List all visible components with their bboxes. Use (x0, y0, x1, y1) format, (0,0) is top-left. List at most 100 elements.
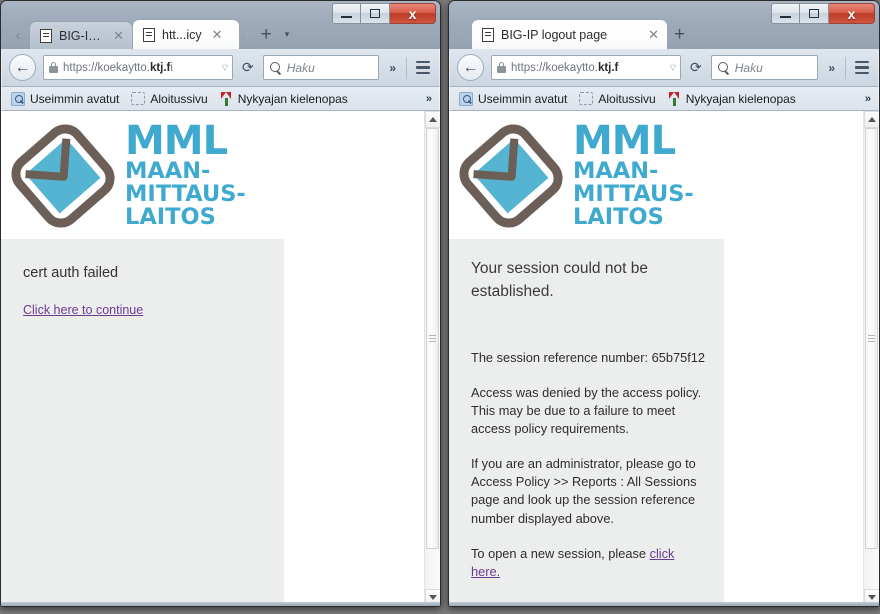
continue-link-wrapper: Click here to continue (23, 303, 266, 317)
bookmark-nykyajan-kielenopas[interactable]: Nykyajan kielenopas (664, 91, 800, 107)
y-bookmark-icon (668, 91, 681, 106)
window-bottom-edge (1, 602, 440, 606)
chevron-down-icon[interactable]: ▽ (222, 63, 228, 72)
chevron-down-icon[interactable]: ▽ (670, 63, 676, 72)
title-bar-right: x BIG-IP logout page ✕ + (449, 1, 879, 49)
mml-logo-band: MML MAAN- MITTAUS- LAITOS (1, 111, 284, 239)
tab-strip-right[interactable]: BIG-IP logout page ✕ + (449, 19, 879, 49)
scroll-up-button[interactable] (425, 111, 440, 128)
tab-http-policy[interactable]: htt...icy ✕ (132, 19, 240, 49)
toolbar-overflow-icon[interactable]: » (825, 61, 838, 75)
mml-logo: MML MAAN- MITTAUS- LAITOS (459, 117, 724, 235)
scrollbar-grip-icon (868, 333, 875, 344)
caret-down-icon (868, 595, 876, 600)
bookmark-label: Nykyajan kielenopas (685, 91, 796, 106)
bookmark-useimmin-avatut[interactable]: Useimmin avatut (455, 91, 571, 107)
reload-icon[interactable]: ⟳ (688, 60, 704, 76)
tab-big-ip-logout[interactable]: BIG-IP logout page ✕ (471, 19, 668, 49)
back-button[interactable]: ← (457, 54, 484, 81)
page-favicon-icon (143, 27, 155, 42)
scrollbar-track[interactable] (864, 128, 879, 589)
menu-button[interactable] (414, 58, 432, 78)
mml-logo-line4: LAITOS (573, 204, 664, 231)
dashed-box-icon (131, 92, 146, 105)
page-content-panel: MML MAAN- MITTAUS- LAITOS cert auth fail… (1, 111, 284, 606)
mml-logo-line2: MAAN- (125, 158, 211, 185)
tab-label: BIG-IP logout page (501, 27, 608, 42)
toolbar-divider (845, 56, 846, 79)
scrollbar-grip-icon (429, 333, 436, 344)
address-bar[interactable]: https://koekaytto.ktj.f ▽ (491, 55, 681, 80)
mml-envelope-logo-icon (459, 124, 563, 228)
bookmarks-bar-right[interactable]: Useimmin avatut Aloitussivu Nykyajan kie… (449, 87, 879, 111)
bookmark-nykyajan-kielenopas[interactable]: Nykyajan kielenopas (216, 91, 352, 107)
page-viewport-right: MML MAAN- MITTAUS- LAITOS Your session c… (449, 111, 879, 606)
history-icon (459, 91, 473, 106)
caret-down-icon (429, 595, 437, 600)
mml-logo-line3: MITTAUS- (125, 181, 246, 208)
padlock-icon (497, 62, 506, 73)
bookmark-aloitussivu[interactable]: Aloitussivu (127, 91, 211, 107)
scrollbar-track[interactable] (425, 128, 440, 589)
list-all-tabs-icon[interactable]: ▾ (278, 29, 297, 40)
bookmark-label: Useimmin avatut (30, 91, 120, 106)
url-text: https://koekaytto.ktj.f (511, 61, 619, 74)
page-content-panel: MML MAAN- MITTAUS- LAITOS Your session c… (449, 111, 724, 606)
reload-icon[interactable]: ⟳ (240, 60, 256, 76)
bookmarks-overflow-icon[interactable]: » (865, 93, 873, 105)
mml-logo-line1: MML (573, 117, 676, 164)
search-placeholder: Haku (734, 60, 763, 75)
tab-label: htt...icy (162, 27, 202, 42)
toolbar-divider (406, 56, 407, 79)
new-tab-button[interactable]: + (255, 25, 278, 44)
access-denied-paragraph: Access was denied by the access policy. … (471, 384, 702, 436)
browser-window-left[interactable]: x ‹ BIG-IP... ✕ htt...icy ✕ › + ▾ ← http… (0, 0, 441, 607)
new-tab-button[interactable]: + (668, 25, 691, 44)
tab-close-icon[interactable]: ✕ (113, 28, 124, 44)
desktop-background: x ‹ BIG-IP... ✕ htt...icy ✕ › + ▾ ← http… (0, 0, 880, 614)
caret-up-icon (429, 117, 437, 122)
scroll-up-button[interactable] (864, 111, 879, 128)
bookmark-label: Nykyajan kielenopas (237, 91, 348, 106)
tab-strip-left[interactable]: ‹ BIG-IP... ✕ htt...icy ✕ › + ▾ (1, 19, 440, 49)
scrollbar-thumb[interactable] (865, 128, 878, 549)
click-here-to-continue-link[interactable]: Click here to continue (23, 303, 143, 317)
dashed-box-icon (579, 92, 594, 105)
search-input[interactable]: Haku (710, 55, 819, 80)
vertical-scrollbar-right[interactable] (863, 111, 879, 606)
vertical-scrollbar-left[interactable] (424, 111, 440, 606)
search-input[interactable]: Haku (262, 55, 380, 80)
browser-window-right[interactable]: x BIG-IP logout page ✕ + ← https://koeka… (448, 0, 880, 607)
search-icon (269, 62, 281, 73)
tabs-scroll-left-icon[interactable]: ‹ (7, 21, 29, 49)
session-reference-number: The session reference number: 65b75f12 (471, 349, 706, 365)
caret-up-icon (868, 117, 876, 122)
bookmarks-bar-left[interactable]: Useimmin avatut Aloitussivu Nykyajan kie… (1, 87, 440, 111)
bookmarks-overflow-icon[interactable]: » (426, 93, 434, 105)
web-page-right: MML MAAN- MITTAUS- LAITOS Your session c… (449, 111, 863, 606)
tab-close-icon[interactable]: ✕ (212, 27, 223, 43)
tab-close-icon[interactable]: ✕ (648, 27, 659, 43)
back-arrow-icon: ← (462, 58, 479, 76)
toolbar-overflow-icon[interactable]: » (386, 61, 399, 75)
navigation-toolbar-left[interactable]: ← https://koekaytto.ktj.fi ▽ ⟳ Haku » (1, 49, 440, 87)
navigation-toolbar-right[interactable]: ← https://koekaytto.ktj.f ▽ ⟳ Haku » (449, 49, 879, 87)
session-heading: Your session could not be established. (471, 260, 648, 301)
mml-logo-band: MML MAAN- MITTAUS- LAITOS (449, 111, 724, 239)
bookmark-useimmin-avatut[interactable]: Useimmin avatut (7, 91, 123, 107)
bookmark-aloitussivu[interactable]: Aloitussivu (575, 91, 659, 107)
tab-label: BIG-IP... (59, 28, 104, 43)
menu-button[interactable] (853, 58, 871, 78)
tab-big-ip[interactable]: BIG-IP... ✕ (29, 21, 133, 49)
page-favicon-icon (482, 27, 494, 42)
page-message-left: cert auth failed Click here to continue (1, 239, 284, 341)
web-page-left: MML MAAN- MITTAUS- LAITOS cert auth fail… (1, 111, 424, 606)
back-button[interactable]: ← (9, 54, 36, 81)
mml-logo-line3: MITTAUS- (573, 181, 694, 208)
tabs-scroll-right-icon[interactable]: › (240, 26, 255, 42)
new-session-paragraph: To open a new session, please click here… (471, 545, 706, 581)
search-placeholder: Haku (286, 60, 315, 75)
address-bar[interactable]: https://koekaytto.ktj.fi ▽ (43, 55, 233, 80)
mml-logo-line2: MAAN- (573, 158, 659, 185)
scrollbar-thumb[interactable] (426, 128, 439, 549)
